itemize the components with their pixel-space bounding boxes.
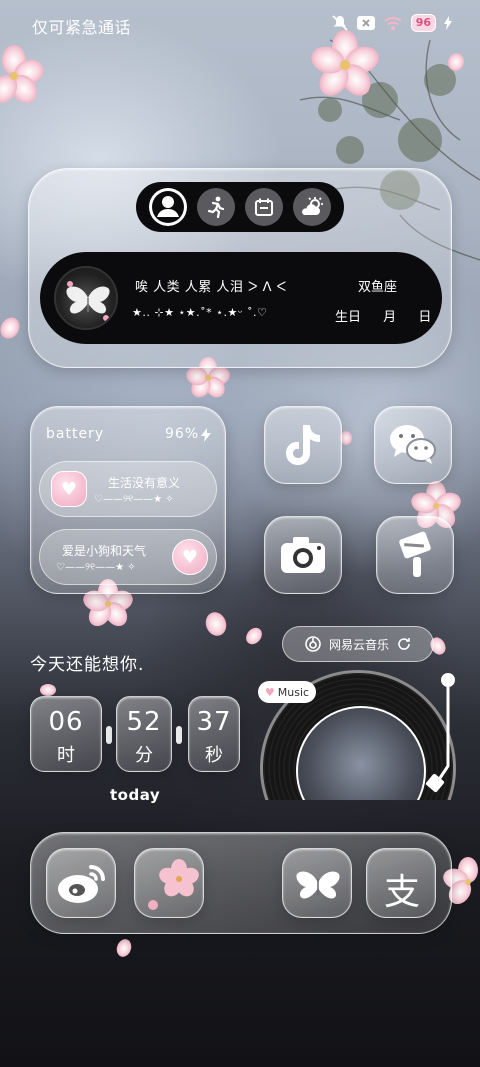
running-icon	[207, 196, 225, 218]
camera-icon	[281, 537, 325, 573]
camera-app[interactable]	[264, 516, 342, 594]
calendar-icon	[255, 198, 273, 216]
minutes-value: 52	[126, 707, 162, 737]
battery-row-text: 生活没有意义	[108, 476, 181, 490]
battery-row-2: 爱是小狗和天气 ♡——୨୧——★ ✧ ♥	[39, 529, 217, 585]
motto-text: 唉 人类 人累 人泪 ᐳ ᐱ ᐸ	[135, 280, 287, 295]
alipay-icon: 支	[383, 872, 420, 913]
zodiac-text: 双鱼座	[358, 280, 398, 295]
battery-row-deco: ♡——୨୧——★ ✧	[56, 562, 136, 573]
heart-icon: ♥	[264, 685, 275, 699]
avatar[interactable]	[54, 266, 118, 330]
music-tag-label: Music	[277, 685, 310, 699]
heart-icon: ♥	[51, 471, 87, 507]
battery-row-1: ♥ 生活没有意义 ♡——୨୧——★ ✧	[39, 461, 217, 517]
separator	[176, 726, 182, 744]
separator	[106, 726, 112, 744]
hours-value: 06	[48, 707, 84, 737]
profile-info-bar: 唉 人类 人累 人泪 ᐳ ᐱ ᐸ ★.. ⊹★ ⋆★.˚* ⋆.★ᵕ ˚.♡ 双…	[40, 252, 442, 344]
clock-heading: 今天还能想你.	[30, 655, 145, 675]
tab-weather[interactable]	[293, 188, 331, 226]
mute-icon	[332, 15, 348, 31]
battery-label: battery	[46, 426, 105, 442]
alipay-app[interactable]: 支	[366, 848, 436, 918]
weibo-icon	[58, 865, 105, 903]
battery-icon: 96	[410, 14, 436, 32]
tab-profile[interactable]	[149, 188, 187, 226]
wechat-icon	[390, 425, 436, 464]
paint-roller-icon	[399, 531, 431, 577]
weibo-app[interactable]	[46, 848, 116, 918]
tonearm-icon[interactable]	[424, 672, 464, 802]
tiktok-app[interactable]	[264, 406, 342, 484]
day-label: 日	[418, 310, 432, 325]
charging-icon	[444, 16, 452, 30]
theme-app[interactable]	[376, 516, 454, 594]
wechat-app[interactable]	[374, 406, 452, 484]
emergency-call-text: 仅可紧急通话	[32, 18, 132, 37]
minutes-box: 52 分	[116, 696, 172, 772]
vinyl-cover	[296, 706, 426, 800]
birthday-row: 生日 月 日	[335, 306, 431, 325]
clock-caption: today	[110, 786, 161, 804]
profile-tab-bar	[136, 182, 344, 232]
seconds-box: 37 秒	[188, 696, 240, 772]
seconds-unit: 秒	[205, 745, 223, 766]
refresh-icon[interactable]	[397, 637, 411, 651]
netease-music-icon	[305, 636, 321, 652]
butterfly-app[interactable]	[282, 848, 352, 918]
stars-decoration: ★.. ⊹★ ⋆★.˚* ⋆.★ᵕ ˚.♡	[132, 306, 268, 319]
hours-unit: 时	[57, 745, 75, 766]
birthday-label: 生日	[335, 310, 362, 325]
tab-calendar[interactable]	[245, 188, 283, 226]
seconds-value: 37	[196, 707, 232, 737]
music-tag: ♥ Music	[258, 681, 316, 703]
music-app-pill[interactable]: 网易云音乐	[282, 626, 434, 662]
battery-row-deco: ♡——୨୧——★ ✧	[94, 494, 174, 505]
month-label: 月	[383, 310, 397, 325]
status-bar: 仅可紧急通话 96	[0, 0, 480, 48]
blossom-app[interactable]	[134, 848, 204, 918]
battery-row-text: 爱是小狗和天气	[62, 544, 147, 558]
hours-box: 06 时	[30, 696, 102, 772]
tab-activity[interactable]	[197, 188, 235, 226]
butterfly-avatar-icon	[66, 281, 110, 321]
status-icons: 96	[331, 14, 452, 32]
heart-icon: ♥	[172, 539, 208, 575]
tiktok-icon	[286, 425, 320, 465]
music-app-name: 网易云音乐	[328, 637, 389, 652]
wifi-icon	[384, 17, 402, 30]
sim-off-icon	[356, 16, 375, 30]
butterfly-icon	[296, 871, 340, 899]
blossom-icon	[148, 859, 199, 910]
person-icon	[152, 191, 184, 223]
charging-bolt-icon	[201, 428, 211, 442]
weather-icon	[302, 197, 323, 215]
minutes-unit: 分	[135, 745, 153, 766]
battery-percent: 96%	[165, 426, 200, 442]
